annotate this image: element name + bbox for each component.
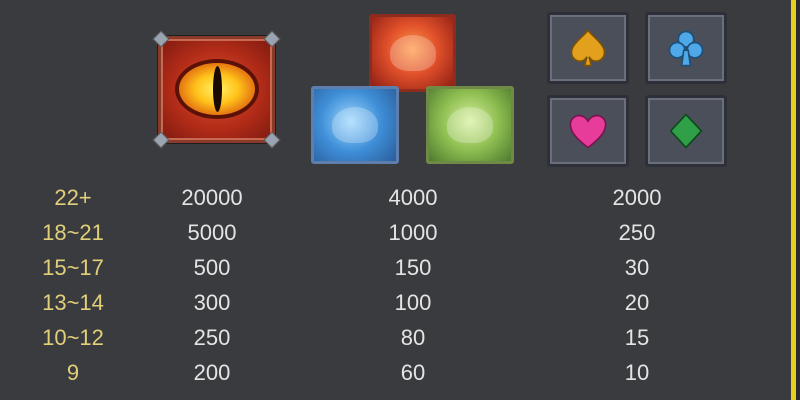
red-dragon-symbol xyxy=(369,14,456,92)
payout-value: 250 xyxy=(193,325,231,350)
eye-icon xyxy=(179,63,255,115)
red-dragon-icon xyxy=(389,35,436,71)
corner-stud-icon xyxy=(263,131,281,149)
spade-icon xyxy=(570,29,606,67)
green-frog-symbol xyxy=(426,86,514,164)
payout-value: 15 xyxy=(624,325,650,350)
payout-value: 1000 xyxy=(388,220,438,245)
paytable-row: 22+ 20000 4000 2000 xyxy=(0,181,800,215)
payout-value: 5000 xyxy=(187,220,237,245)
diamond-symbol xyxy=(645,95,727,167)
symbol-count: 18~21 xyxy=(42,220,104,245)
payout-value: 2000 xyxy=(612,185,662,210)
dragon-eye-symbol xyxy=(152,30,281,149)
symbol-count: 22+ xyxy=(54,185,92,210)
paytable-row: 18~21 5000 1000 250 xyxy=(0,216,800,250)
paytable-row: 15~17 500 150 30 xyxy=(0,251,800,285)
spade-symbol xyxy=(547,12,629,84)
symbol-count: 10~12 xyxy=(42,325,104,350)
symbol-count: 9 xyxy=(66,360,80,385)
heart-icon xyxy=(569,114,607,149)
club-symbol xyxy=(645,12,727,84)
payout-value: 300 xyxy=(193,290,231,315)
club-icon xyxy=(668,30,704,67)
payout-value: 60 xyxy=(400,360,426,385)
payout-value: 200 xyxy=(193,360,231,385)
paytable-row: 10~12 250 80 15 xyxy=(0,321,800,355)
blue-dinosaur-icon xyxy=(332,107,378,143)
payout-value: 100 xyxy=(394,290,432,315)
blue-dinosaur-symbol xyxy=(311,86,399,164)
diamond-icon xyxy=(669,113,703,149)
heart-symbol xyxy=(547,95,629,167)
symbol-count: 15~17 xyxy=(42,255,104,280)
payout-value: 250 xyxy=(618,220,656,245)
payout-value: 4000 xyxy=(388,185,438,210)
payout-value: 80 xyxy=(400,325,426,350)
green-frog-icon xyxy=(447,107,493,143)
paytable-row: 13~14 300 100 20 xyxy=(0,286,800,320)
corner-stud-icon xyxy=(152,131,170,149)
payout-value: 30 xyxy=(624,255,650,280)
payout-value: 10 xyxy=(624,360,650,385)
payout-value: 500 xyxy=(193,255,231,280)
corner-stud-icon xyxy=(263,30,281,48)
corner-stud-icon xyxy=(152,30,170,48)
symbol-count: 13~14 xyxy=(42,290,104,315)
pupil xyxy=(213,66,222,112)
payout-value: 150 xyxy=(394,255,432,280)
payout-value: 20000 xyxy=(181,185,243,210)
payout-value: 20 xyxy=(624,290,650,315)
paytable-row: 9 200 60 10 xyxy=(0,356,800,390)
